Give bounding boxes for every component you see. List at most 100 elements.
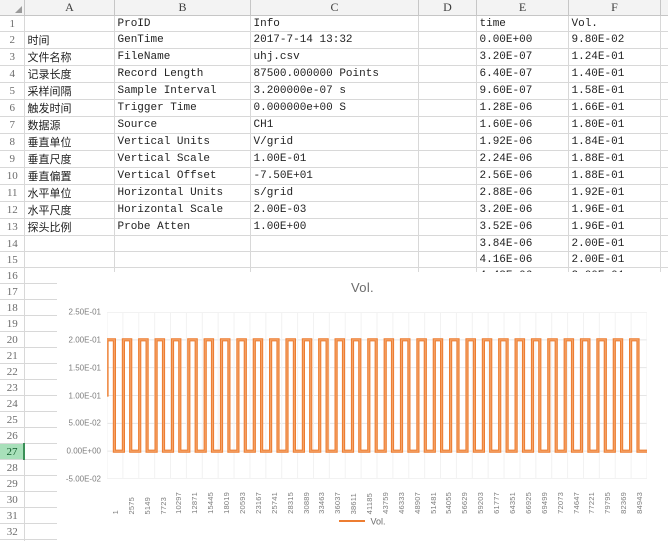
cell-C15[interactable] [250, 251, 419, 268]
cell-F4[interactable]: 1.40E-01 [568, 65, 661, 83]
cell-A3[interactable]: 文件名称 [24, 48, 115, 66]
cell-D7[interactable] [418, 116, 477, 134]
cell-G9[interactable] [660, 150, 668, 168]
row-header-9[interactable]: 9 [0, 150, 25, 168]
cell-A5[interactable]: 采样间隔 [24, 82, 115, 100]
row-header-3[interactable]: 3 [0, 48, 25, 66]
cell-B13[interactable]: Probe Atten [114, 218, 251, 236]
row-header-24[interactable]: 24 [0, 395, 25, 412]
cell-D8[interactable] [418, 133, 477, 151]
cell-A4[interactable]: 记录长度 [24, 65, 115, 83]
column-header-a[interactable]: A [24, 0, 115, 16]
cell-E4[interactable]: 6.40E-07 [476, 65, 569, 83]
cell-B15[interactable] [114, 251, 251, 268]
cell-D12[interactable] [418, 201, 477, 219]
cell-A11[interactable]: 水平单位 [24, 184, 115, 202]
cell-G6[interactable] [660, 99, 668, 117]
cell-D14[interactable] [418, 235, 477, 252]
row-header-8[interactable]: 8 [0, 133, 25, 151]
table-row[interactable]: 1 ProID Info time Vol. [0, 15, 668, 32]
cell-E11[interactable]: 2.88E-06 [476, 184, 569, 202]
cell-A6[interactable]: 触发时间 [24, 99, 115, 117]
row-header-16[interactable]: 16 [0, 267, 25, 284]
table-row[interactable]: 5 采样间隔 Sample Interval 3.200000e-07 s 9.60E-… [0, 82, 668, 100]
cell-B6[interactable]: Trigger Time [114, 99, 251, 117]
cell-C12[interactable]: 2.00E-03 [250, 201, 419, 219]
cell-G7[interactable] [660, 116, 668, 134]
column-header-c[interactable]: C [250, 0, 419, 16]
cell-E7[interactable]: 1.60E-06 [476, 116, 569, 134]
table-row[interactable]: 11 水平单位 Horizontal Units s/grid 2.88E-06 1.92… [0, 184, 668, 202]
column-header-row[interactable]: A B C D E F [0, 0, 668, 16]
cell-C11[interactable]: s/grid [250, 184, 419, 202]
cell-C10[interactable]: -7.50E+01 [250, 167, 419, 185]
cell-B1[interactable]: ProID [114, 15, 251, 32]
row-header-19[interactable]: 19 [0, 315, 25, 332]
row-header-28[interactable]: 28 [0, 459, 25, 476]
cell-G3[interactable] [660, 48, 668, 66]
table-row[interactable]: 10 垂直偏置 Vertical Offset -7.50E+01 2.56E-06 1.… [0, 167, 668, 185]
cell-C6[interactable]: 0.000000e+00 S [250, 99, 419, 117]
chart-legend[interactable]: Vol. [57, 516, 668, 527]
table-row[interactable]: 4 记录长度 Record Length 87500.000000 Points 6.4… [0, 65, 668, 83]
table-row[interactable]: 15 4.16E-06 2.00E-01 [0, 251, 668, 268]
cell-D2[interactable] [418, 31, 477, 49]
cell-D10[interactable] [418, 167, 477, 185]
cell-E10[interactable]: 2.56E-06 [476, 167, 569, 185]
row-header-13[interactable]: 13 [0, 218, 25, 236]
cell-C1[interactable]: Info [250, 15, 419, 32]
row-header-14[interactable]: 14 [0, 235, 25, 252]
embedded-chart[interactable]: Vol. -5.00E-02 0.00E+00 5.00E-02 1.00E-01 1.… [57, 272, 668, 541]
cell-A15[interactable] [24, 251, 115, 268]
row-header-4[interactable]: 4 [0, 65, 25, 83]
cell-B11[interactable]: Horizontal Units [114, 184, 251, 202]
cell-G13[interactable] [660, 218, 668, 236]
cell-A1[interactable] [24, 15, 115, 32]
cell-E5[interactable]: 9.60E-07 [476, 82, 569, 100]
cell-C5[interactable]: 3.200000e-07 s [250, 82, 419, 100]
cell-E6[interactable]: 1.28E-06 [476, 99, 569, 117]
column-header-e[interactable]: E [476, 0, 569, 16]
cell-B10[interactable]: Vertical Offset [114, 167, 251, 185]
row-header-1[interactable]: 1 [0, 15, 25, 32]
cell-D3[interactable] [418, 48, 477, 66]
column-header-partial[interactable] [660, 0, 668, 16]
cell-G10[interactable] [660, 167, 668, 185]
row-header-6[interactable]: 6 [0, 99, 25, 117]
cell-C3[interactable]: uhj.csv [250, 48, 419, 66]
table-row[interactable]: 8 垂直单位 Vertical Units V/grid 1.92E-06 1.84E-0… [0, 133, 668, 151]
cell-F15[interactable]: 2.00E-01 [568, 251, 661, 268]
cell-F9[interactable]: 1.88E-01 [568, 150, 661, 168]
row-header-30[interactable]: 30 [0, 491, 25, 508]
cell-D6[interactable] [418, 99, 477, 117]
cell-A14[interactable] [24, 235, 115, 252]
row-header-12[interactable]: 12 [0, 201, 25, 219]
row-header-17[interactable]: 17 [0, 283, 25, 300]
cell-E15[interactable]: 4.16E-06 [476, 251, 569, 268]
cell-E12[interactable]: 3.20E-06 [476, 201, 569, 219]
cell-F5[interactable]: 1.58E-01 [568, 82, 661, 100]
table-row[interactable]: 12 水平尺度 Horizontal Scale 2.00E-03 3.20E-06 1.… [0, 201, 668, 219]
row-header-26[interactable]: 26 [0, 427, 25, 444]
cell-A7[interactable]: 数据源 [24, 116, 115, 134]
cell-A13[interactable]: 探头比例 [24, 218, 115, 236]
row-header-27[interactable]: 27 [0, 443, 25, 460]
cell-E1[interactable]: time [476, 15, 569, 32]
row-header-7[interactable]: 7 [0, 116, 25, 134]
cell-D5[interactable] [418, 82, 477, 100]
table-row[interactable]: 2 时间 GenTime 2017-7-14 13:32 0.00E+00 9.80E-0… [0, 31, 668, 49]
table-row[interactable]: 6 触发时间 Trigger Time 0.000000e+00 S 1.28E-06 1… [0, 99, 668, 117]
cell-B12[interactable]: Horizontal Scale [114, 201, 251, 219]
cell-C7[interactable]: CH1 [250, 116, 419, 134]
cell-D11[interactable] [418, 184, 477, 202]
cell-F10[interactable]: 1.88E-01 [568, 167, 661, 185]
table-row[interactable]: 7 数据源 Source CH1 1.60E-06 1.80E-01 [0, 116, 668, 134]
cell-B9[interactable]: Vertical Scale [114, 150, 251, 168]
table-row[interactable]: 3 文件名称 FileName uhj.csv 3.20E-07 1.24E-01 [0, 48, 668, 66]
cell-G14[interactable] [660, 235, 668, 252]
cell-G8[interactable] [660, 133, 668, 151]
cell-G5[interactable] [660, 82, 668, 100]
cell-B3[interactable]: FileName [114, 48, 251, 66]
cell-D9[interactable] [418, 150, 477, 168]
cell-F3[interactable]: 1.24E-01 [568, 48, 661, 66]
